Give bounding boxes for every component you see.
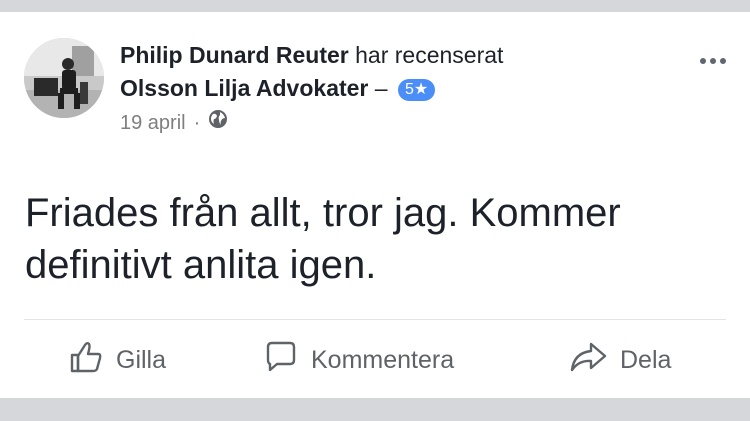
- header-line-2: Olsson Lilja Advokater – 5★: [120, 72, 680, 105]
- post-meta: 19 april ·: [120, 109, 680, 136]
- share-arrow-icon: [568, 339, 608, 382]
- author-name-link[interactable]: Philip Dunard Reuter: [120, 42, 349, 68]
- avatar-photo: [24, 38, 104, 118]
- share-button[interactable]: Dela: [568, 332, 671, 388]
- thumbs-up-icon: [68, 339, 104, 382]
- post-date-link[interactable]: 19 april: [120, 110, 186, 136]
- post-header: Philip Dunard Reuter har recenserat Olss…: [120, 39, 680, 136]
- review-action-text: har recenserat: [355, 42, 504, 68]
- header-line-1: Philip Dunard Reuter har recenserat: [120, 39, 680, 72]
- like-button[interactable]: Gilla: [68, 332, 166, 388]
- review-post-card: Philip Dunard Reuter har recenserat Olss…: [0, 12, 750, 398]
- top-separator-band: [0, 0, 750, 12]
- author-avatar[interactable]: [24, 38, 104, 118]
- bottom-separator-band: [0, 398, 750, 421]
- comment-label: Kommentera: [311, 345, 455, 374]
- rating-badge: 5★: [397, 79, 436, 101]
- review-text: Friades från allt, tror jag. Kommer defi…: [25, 191, 621, 287]
- meta-separator: ·: [193, 111, 201, 134]
- page-name-link[interactable]: Olsson Lilja Advokater: [120, 75, 368, 101]
- share-label: Dela: [620, 345, 672, 374]
- action-bar: Gilla Kommentera Dela: [0, 332, 750, 388]
- comment-button[interactable]: Kommentera: [263, 332, 454, 388]
- comment-icon: [263, 339, 299, 382]
- like-label: Gilla: [116, 345, 167, 374]
- more-dots-icon[interactable]: [698, 54, 728, 68]
- dash-separator: –: [374, 75, 388, 101]
- action-divider: [24, 319, 726, 320]
- globe-icon[interactable]: [208, 109, 228, 136]
